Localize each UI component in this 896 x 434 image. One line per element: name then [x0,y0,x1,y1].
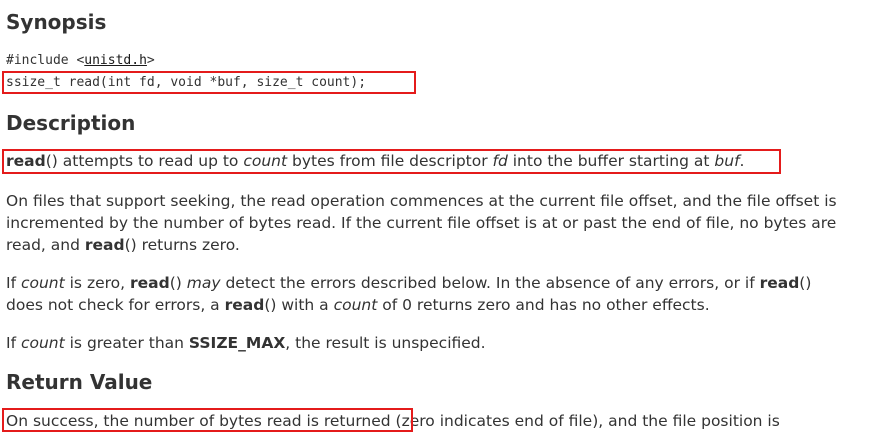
zero-count-line-2: does not check for errors, a read() with… [6,294,710,316]
text-fragment: into the buffer starting at [507,152,715,170]
seek-paragraph-line-1: On files that support seeking, the read … [6,192,837,210]
text-fragment: detect the errors described below. In th… [220,274,760,292]
return-value-heading: Return Value [6,370,153,394]
ssize-max-paragraph: If count is greater than SSIZE_MAX, the … [6,332,486,354]
return-success-text: On success, the number of bytes read is … [6,412,391,430]
text-fragment: read, and [6,236,85,254]
text-fragment: () returns zero. [124,236,240,254]
text-fragment: is greater than [64,334,189,352]
param-fd: fd [492,152,508,170]
param-buf: buf [714,152,740,170]
text-fragment: . [739,152,745,170]
text-fragment: () attempts to read up to [45,152,244,170]
include-suffix: > [146,53,155,68]
description-heading: Description [6,111,136,135]
return-value-text: On success, the number of bytes read is … [6,410,780,432]
text-fragment: () [799,274,812,292]
synopsis-heading: Synopsis [6,10,107,34]
param-count: count [243,152,288,170]
text-fragment: does not check for errors, a [6,296,225,314]
emphasis-may: may [186,274,221,292]
param-count: count [20,334,65,352]
text-fragment: () [169,274,187,292]
constant-ssize-max: SSIZE_MAX [188,334,286,352]
text-fragment: is zero, [64,274,130,292]
text-fragment: , the result is unspecified. [285,334,486,352]
text-fragment: bytes from file descriptor [287,152,493,170]
text-fragment: If [6,274,21,292]
description-summary: read() attempts to read up to count byte… [6,150,744,172]
param-count: count [333,296,378,314]
seek-paragraph-line-2: incremented by the number of bytes read.… [6,214,837,232]
text-fragment: of 0 returns zero and has no other effec… [377,296,710,314]
func-name: read [224,296,265,314]
func-name: read [6,152,46,170]
param-count: count [20,274,65,292]
text-fragment: (zero indicates end of file), and the fi… [390,412,780,430]
text-fragment: If [6,334,21,352]
seek-paragraph-line-3: read, and read() returns zero. [6,234,240,256]
text-fragment: () with a [264,296,334,314]
function-prototype: ssize_t read(int fd, void *buf, size_t c… [6,75,367,90]
unistd-link[interactable]: unistd.h [84,53,147,68]
zero-count-line-1: If count is zero, read() may detect the … [6,272,811,294]
func-name: read [84,236,125,254]
include-line: #include <unistd.h> [6,52,155,70]
func-name: read [759,274,800,292]
include-prefix: #include < [6,53,85,68]
func-name: read [129,274,170,292]
